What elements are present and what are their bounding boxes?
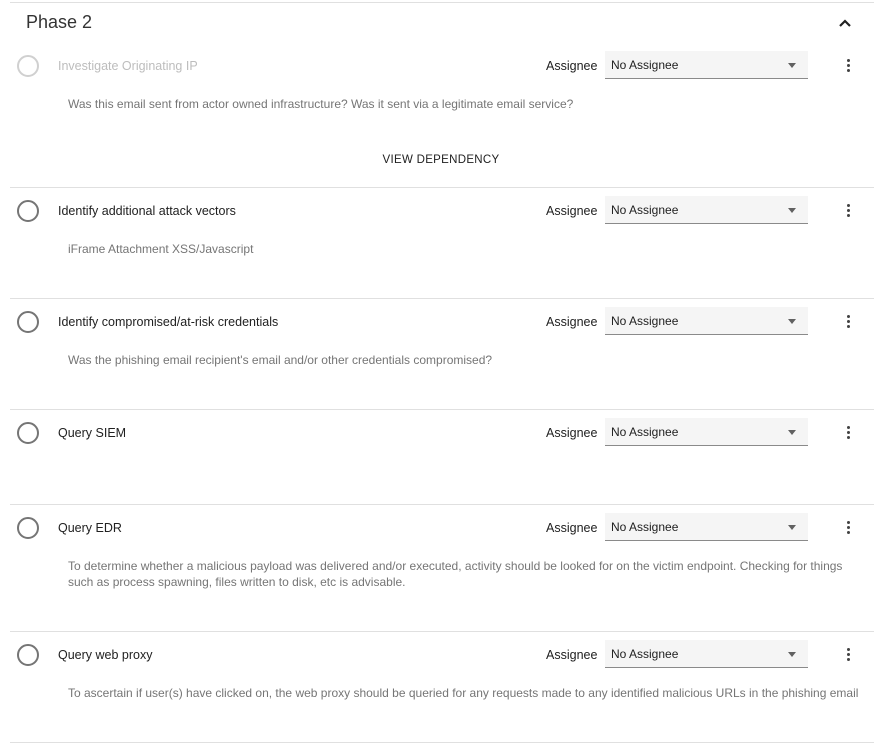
assignee-label: Assignee — [546, 59, 598, 73]
more-options-button[interactable] — [838, 311, 858, 331]
more-vert-icon — [846, 203, 850, 207]
task-name: Investigate Originating IP — [58, 59, 198, 73]
task-name: Query SIEM — [58, 426, 127, 440]
divider — [10, 187, 874, 188]
more-vert-icon — [846, 314, 850, 318]
more-vert-icon — [846, 520, 850, 524]
arrow-drop-down-icon — [788, 652, 796, 657]
task-description: iFrame Attachment XSS/Javascript — [68, 242, 254, 256]
assignee-select[interactable]: No Assignee — [605, 513, 808, 541]
phase-title: Phase 2 — [26, 12, 93, 32]
assignee-value: No Assignee — [611, 520, 679, 534]
task-description: Was this email sent from actor owned inf… — [68, 97, 574, 111]
task-checkbox[interactable] — [17, 422, 39, 444]
phase-panel: Phase 2 Investigate Originating IP Assig… — [0, 0, 882, 744]
more-options-button[interactable] — [838, 644, 858, 664]
more-options-button[interactable] — [838, 200, 858, 220]
task-checkbox[interactable] — [17, 200, 39, 222]
task-checkbox[interactable] — [17, 55, 39, 77]
arrow-drop-down-icon — [788, 430, 796, 435]
task-checkbox[interactable] — [17, 517, 39, 539]
chevron-up-icon — [839, 19, 851, 27]
assignee-label: Assignee — [546, 648, 598, 662]
divider — [10, 409, 874, 410]
phase-header: Phase 2 — [0, 0, 882, 46]
assignee-label: Assignee — [546, 426, 598, 440]
task-checkbox[interactable] — [17, 311, 39, 333]
assignee-value: No Assignee — [611, 314, 679, 328]
more-options-button[interactable] — [838, 55, 858, 75]
divider — [10, 504, 874, 505]
more-vert-icon — [846, 425, 850, 429]
view-dependency-button[interactable]: VIEW DEPENDENCY — [0, 154, 882, 166]
more-options-button[interactable] — [838, 517, 858, 537]
task-checkbox[interactable] — [17, 644, 39, 666]
more-vert-icon — [846, 58, 850, 62]
arrow-drop-down-icon — [788, 525, 796, 530]
arrow-drop-down-icon — [788, 319, 796, 324]
assignee-value: No Assignee — [611, 425, 679, 439]
task-name: Query web proxy — [58, 648, 153, 662]
assignee-value: No Assignee — [611, 647, 679, 661]
assignee-select[interactable]: No Assignee — [605, 196, 808, 224]
task-description: To determine whether a malicious payload… — [68, 559, 843, 589]
assignee-select[interactable]: No Assignee — [605, 51, 808, 79]
arrow-drop-down-icon — [788, 208, 796, 213]
arrow-drop-down-icon — [788, 63, 796, 68]
assignee-label: Assignee — [546, 315, 598, 329]
assignee-label: Assignee — [546, 204, 598, 218]
task-name: Identify additional attack vectors — [58, 204, 236, 218]
assignee-select[interactable]: No Assignee — [605, 418, 808, 446]
task-name: Query EDR — [58, 521, 122, 535]
more-options-button[interactable] — [838, 422, 858, 442]
assignee-value: No Assignee — [611, 203, 679, 217]
divider — [10, 742, 874, 743]
assignee-select[interactable]: No Assignee — [605, 307, 808, 335]
task-description: To ascertain if user(s) have clicked on,… — [68, 686, 859, 700]
assignee-label: Assignee — [546, 521, 598, 535]
collapse-button[interactable] — [834, 12, 856, 34]
assignee-select[interactable]: No Assignee — [605, 640, 808, 668]
divider — [10, 298, 874, 299]
divider — [10, 631, 874, 632]
more-vert-icon — [846, 647, 850, 651]
assignee-value: No Assignee — [611, 58, 679, 72]
task-name: Identify compromised/at-risk credentials — [58, 315, 279, 329]
task-description: Was the phishing email recipient's email… — [68, 353, 493, 367]
